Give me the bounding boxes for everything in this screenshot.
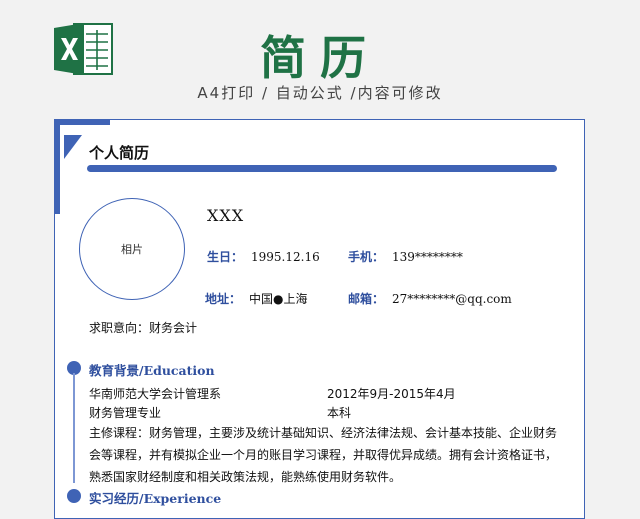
experience-section-dot bbox=[67, 489, 81, 503]
birth-label: 生日： bbox=[207, 250, 244, 264]
address-field[interactable]: 地址： 中国●上海 bbox=[205, 290, 308, 307]
job-intent[interactable]: 求职意向：财务会计 bbox=[89, 319, 197, 336]
candidate-name[interactable]: XXX bbox=[207, 206, 244, 225]
education-period[interactable]: 2012年9月-2015年4月 bbox=[327, 385, 456, 402]
birth-field[interactable]: 生日： 1995.12.16 bbox=[207, 248, 320, 265]
resume-heading: 个人简历 bbox=[89, 144, 150, 162]
experience-section-title: 实习经历/Experience bbox=[89, 491, 222, 506]
template-subtitle: A4打印 / 自动公式 /内容可修改 bbox=[197, 84, 443, 102]
education-courses[interactable]: 主修课程：财务管理，主要涉及统计基础知识、经济法律法规、会计基本技能、企业财务会… bbox=[89, 422, 559, 488]
education-degree[interactable]: 本科 bbox=[327, 404, 351, 421]
photo-label: 相片 bbox=[121, 243, 143, 256]
template-title: 简历 bbox=[260, 31, 380, 85]
address-value: 中国●上海 bbox=[249, 292, 308, 306]
education-school[interactable]: 华南师范大学会计管理系 bbox=[89, 385, 221, 402]
address-label: 地址： bbox=[205, 292, 242, 306]
phone-field[interactable]: 手机： 139******** bbox=[348, 248, 463, 265]
email-field[interactable]: 邮箱： 27********@qq.com bbox=[348, 290, 512, 307]
email-value: 27********@qq.com bbox=[392, 292, 512, 306]
birth-value: 1995.12.16 bbox=[251, 250, 320, 264]
education-timeline bbox=[73, 373, 75, 483]
template-banner: 简历 A4打印 / 自动公式 /内容可修改 bbox=[0, 0, 640, 118]
education-major[interactable]: 财务管理专业 bbox=[89, 404, 161, 421]
education-section-title: 教育背景/Education bbox=[89, 363, 215, 378]
phone-label: 手机： bbox=[348, 250, 385, 264]
resume-sheet: 个人简历 相片 XXX 生日： 1995.12.16 手机： 139********… bbox=[54, 119, 585, 519]
phone-value: 139******** bbox=[392, 250, 463, 264]
email-label: 邮箱： bbox=[348, 292, 385, 306]
heading-bar bbox=[87, 165, 557, 172]
photo-placeholder[interactable]: 相片 bbox=[79, 198, 185, 300]
